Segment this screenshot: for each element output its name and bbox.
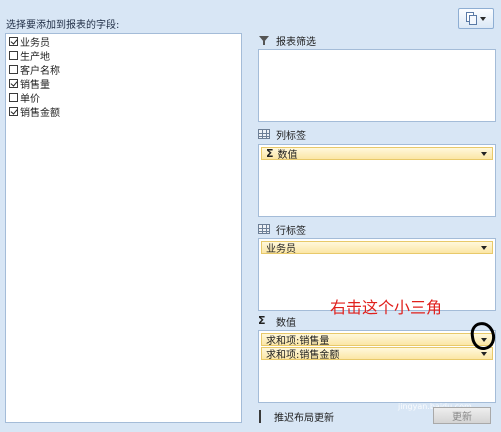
defer-layout-checkbox[interactable] bbox=[259, 410, 261, 423]
columns-area-title: 列标签 bbox=[276, 130, 306, 142]
values-area-title: 数值 bbox=[276, 317, 296, 329]
field-item-customer[interactable]: 客户名称 bbox=[9, 63, 60, 77]
field-label: 单价 bbox=[20, 94, 40, 105]
pill-label: 业务员 bbox=[266, 244, 296, 255]
column-field-values[interactable]: Σ 数值 bbox=[261, 146, 493, 161]
field-label: 销售金额 bbox=[20, 108, 60, 119]
columns-area-header: 列标签 bbox=[258, 127, 306, 142]
field-checkbox[interactable] bbox=[9, 37, 18, 46]
field-checkbox[interactable] bbox=[9, 93, 18, 102]
sigma-icon: Σ bbox=[258, 314, 266, 327]
field-checkbox[interactable] bbox=[9, 51, 18, 60]
rows-area-header: 行标签 bbox=[258, 222, 306, 237]
chevron-down-icon bbox=[480, 16, 486, 21]
field-list-header: 选择要添加到报表的字段: bbox=[6, 20, 120, 31]
columns-drop-zone[interactable]: Σ 数值 bbox=[258, 144, 496, 217]
field-checkbox[interactable] bbox=[9, 107, 18, 116]
chevron-down-icon[interactable] bbox=[481, 352, 487, 356]
field-item-amount[interactable]: 销售金额 bbox=[9, 105, 60, 119]
filter-area-title: 报表筛选 bbox=[276, 36, 316, 48]
field-item-salesperson[interactable]: 业务员 bbox=[9, 35, 50, 49]
layout-options-button[interactable] bbox=[458, 8, 494, 29]
field-label: 客户名称 bbox=[20, 66, 60, 77]
filter-drop-zone[interactable] bbox=[258, 49, 496, 122]
rows-area-title: 行标签 bbox=[276, 225, 306, 237]
chevron-down-icon[interactable] bbox=[481, 246, 487, 250]
pill-label: 求和项:销售量 bbox=[266, 336, 330, 347]
pill-label: 数值 bbox=[277, 150, 298, 161]
annotation-text: 右击这个小三角 bbox=[330, 298, 443, 317]
field-label: 业务员 bbox=[20, 38, 50, 49]
field-item-price[interactable]: 单价 bbox=[9, 91, 40, 105]
grid-icon bbox=[258, 128, 270, 140]
filter-area-header: 报表筛选 bbox=[258, 33, 316, 48]
update-button[interactable]: 更新 bbox=[433, 407, 491, 424]
layout-icon bbox=[466, 12, 477, 25]
defer-layout-label: 推迟布局更新 bbox=[274, 413, 334, 424]
field-label: 销售量 bbox=[20, 80, 50, 91]
field-label: 生产地 bbox=[20, 52, 50, 63]
grid-icon bbox=[258, 223, 270, 235]
watermark-logo: Baidu 经验 bbox=[380, 383, 466, 399]
value-field-amount[interactable]: 求和项:销售金额 bbox=[261, 347, 493, 361]
value-field-quantity[interactable]: 求和项:销售量 bbox=[261, 333, 493, 347]
chevron-down-icon[interactable] bbox=[481, 152, 487, 156]
row-field-salesperson[interactable]: 业务员 bbox=[261, 241, 493, 255]
field-list: 业务员 生产地 客户名称 销售量 单价 销售金额 bbox=[5, 33, 242, 423]
field-checkbox[interactable] bbox=[9, 65, 18, 74]
sigma-icon: Σ bbox=[266, 146, 274, 160]
field-item-quantity[interactable]: 销售量 bbox=[9, 77, 50, 91]
pill-label: 求和项:销售金额 bbox=[266, 350, 340, 361]
funnel-icon bbox=[258, 34, 270, 46]
field-checkbox[interactable] bbox=[9, 79, 18, 88]
values-area-header: Σ 数值 bbox=[258, 314, 296, 329]
field-item-origin[interactable]: 生产地 bbox=[9, 49, 50, 63]
